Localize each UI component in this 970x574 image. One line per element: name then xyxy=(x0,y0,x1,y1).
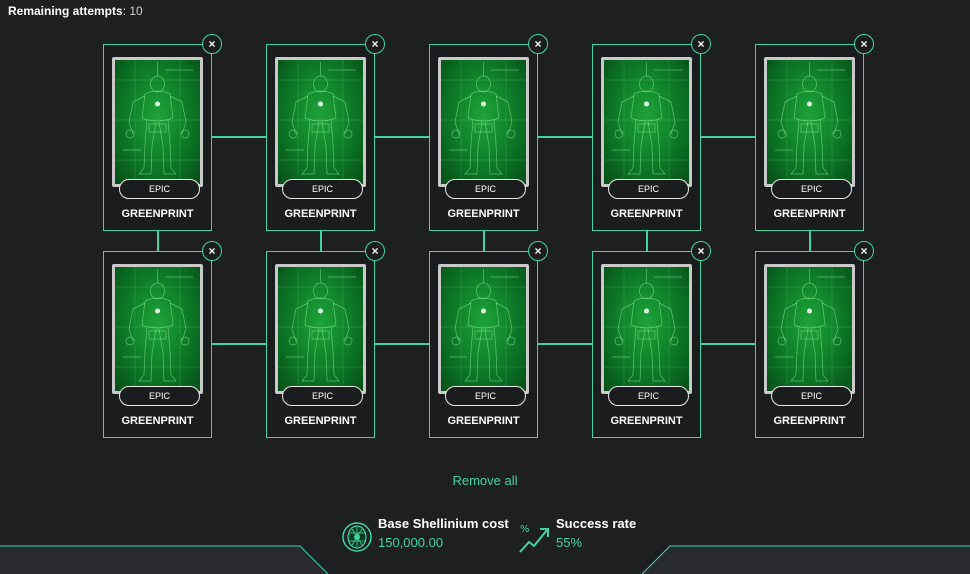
close-icon: × xyxy=(371,37,379,51)
close-icon: × xyxy=(697,244,705,258)
shellinium-icon xyxy=(341,520,373,554)
connector xyxy=(483,231,485,252)
remove-card-button[interactable]: × xyxy=(854,34,874,54)
remove-card-button[interactable]: × xyxy=(528,34,548,54)
connector xyxy=(212,136,266,138)
base-cost-stat: Base Shellinium cost 150,000.00 xyxy=(378,516,509,550)
card-artwork xyxy=(275,57,366,187)
close-icon: × xyxy=(860,37,868,51)
attempts-value: 10 xyxy=(129,4,143,18)
success-rate-icon: % xyxy=(517,520,551,554)
attempts-label: Remaining attempts xyxy=(8,4,123,18)
rarity-badge: EPIC xyxy=(119,179,200,199)
card-name: GREENPRINT xyxy=(773,415,846,427)
card[interactable]: EPIC GREENPRINT × xyxy=(103,241,222,438)
card[interactable]: EPIC GREENPRINT × xyxy=(266,34,385,231)
remove-card-button[interactable]: × xyxy=(691,34,711,54)
close-icon: × xyxy=(208,244,216,258)
card-grid: EPIC GREENPRINT × EPIC GREENPRINT × EPIC… xyxy=(103,34,874,442)
connector xyxy=(538,136,592,138)
remaining-attempts: Remaining attempts: 10 xyxy=(8,4,143,18)
card[interactable]: EPIC GREENPRINT × xyxy=(429,34,548,231)
remove-card-button[interactable]: × xyxy=(365,34,385,54)
connector xyxy=(375,343,429,345)
connector xyxy=(157,231,159,252)
remove-card-button[interactable]: × xyxy=(691,241,711,261)
card-artwork xyxy=(112,57,203,187)
connector xyxy=(809,231,811,252)
rarity-badge: EPIC xyxy=(119,386,200,406)
card-artwork xyxy=(275,264,366,394)
card[interactable]: EPIC GREENPRINT × xyxy=(429,241,548,438)
upgrade-screen: Remaining attempts: 10 EPIC GREENPRINT ×… xyxy=(0,0,970,574)
close-icon: × xyxy=(534,244,542,258)
connector xyxy=(701,343,755,345)
card-name: GREENPRINT xyxy=(121,415,194,427)
card-name: GREENPRINT xyxy=(610,415,683,427)
card-name: GREENPRINT xyxy=(447,415,520,427)
remove-card-button[interactable]: × xyxy=(854,241,874,261)
rarity-badge: EPIC xyxy=(282,179,363,199)
rarity-badge: EPIC xyxy=(445,386,526,406)
rarity-badge: EPIC xyxy=(608,386,689,406)
card-artwork xyxy=(112,264,203,394)
rarity-badge: EPIC xyxy=(282,386,363,406)
card-name: GREENPRINT xyxy=(773,208,846,220)
connector xyxy=(646,231,648,252)
card-artwork xyxy=(764,57,855,187)
remove-card-button[interactable]: × xyxy=(365,241,385,261)
rarity-badge: EPIC xyxy=(608,179,689,199)
close-icon: × xyxy=(534,37,542,51)
card-artwork xyxy=(601,57,692,187)
close-icon: × xyxy=(697,37,705,51)
rarity-badge: EPIC xyxy=(771,179,852,199)
svg-text:%: % xyxy=(520,524,530,535)
connector xyxy=(320,231,322,252)
close-icon: × xyxy=(371,244,379,258)
rarity-badge: EPIC xyxy=(771,386,852,406)
rarity-badge: EPIC xyxy=(445,179,526,199)
close-icon: × xyxy=(860,244,868,258)
card[interactable]: EPIC GREENPRINT × xyxy=(592,241,711,438)
remove-card-button[interactable]: × xyxy=(202,34,222,54)
success-rate-stat: Success rate 55% xyxy=(556,516,636,550)
card-artwork xyxy=(764,264,855,394)
success-rate-label: Success rate xyxy=(556,516,637,531)
connector xyxy=(701,136,755,138)
card[interactable]: EPIC GREENPRINT × xyxy=(103,34,222,231)
remove-all-link[interactable]: Remove all xyxy=(0,473,970,488)
connector xyxy=(538,343,592,345)
card-artwork xyxy=(438,57,529,187)
card[interactable]: EPIC GREENPRINT × xyxy=(755,241,874,438)
connector xyxy=(375,136,429,138)
card-name: GREENPRINT xyxy=(447,208,520,220)
base-cost-value: 150,000.00 xyxy=(378,535,444,550)
card-name: GREENPRINT xyxy=(610,208,683,220)
connector xyxy=(212,343,266,345)
card-name: GREENPRINT xyxy=(121,208,194,220)
remove-card-button[interactable]: × xyxy=(202,241,222,261)
base-cost-label: Base Shellinium cost xyxy=(378,516,509,531)
card[interactable]: EPIC GREENPRINT × xyxy=(266,241,385,438)
success-rate-value: 55% xyxy=(556,535,583,550)
close-icon: × xyxy=(208,37,216,51)
card-name: GREENPRINT xyxy=(284,208,357,220)
card-name: GREENPRINT xyxy=(284,415,357,427)
card[interactable]: EPIC GREENPRINT × xyxy=(592,34,711,231)
card-artwork xyxy=(601,264,692,394)
card[interactable]: EPIC GREENPRINT × xyxy=(755,34,874,231)
card-artwork xyxy=(438,264,529,394)
remove-card-button[interactable]: × xyxy=(528,241,548,261)
